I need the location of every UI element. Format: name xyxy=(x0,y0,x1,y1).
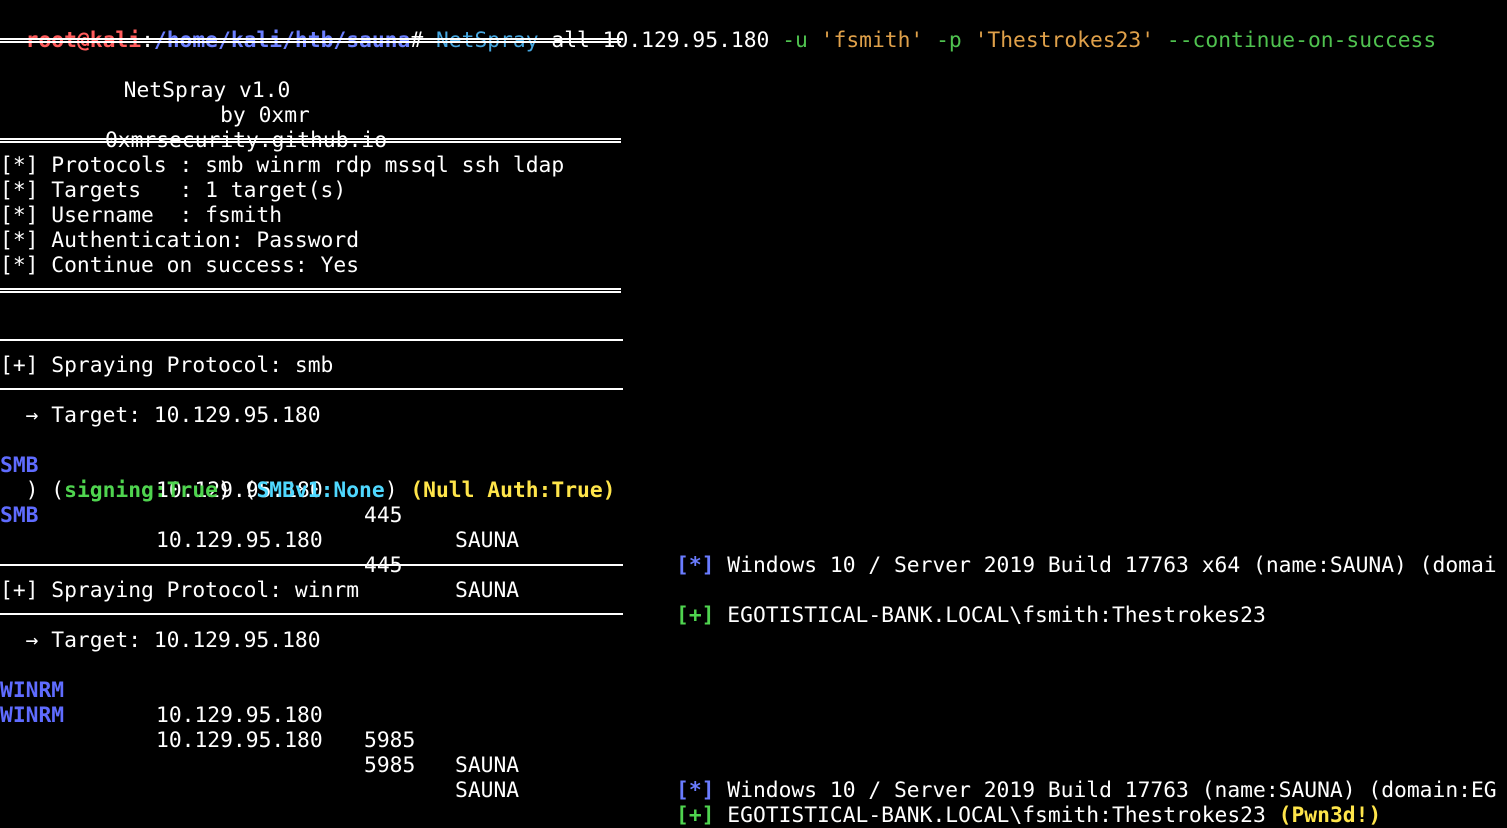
result-message: EGOTISTICAL-BANK.LOCAL\fsmith:Thestrokes… xyxy=(727,603,1266,628)
result-message: EGOTISTICAL-BANK.LOCAL\fsmith:Thestrokes… xyxy=(727,803,1266,828)
winrm-section-header: [+] Spraying Protocol: winrm xyxy=(0,578,360,603)
result-message: Windows 10 / Server 2019 Build 17763 x64… xyxy=(727,553,1497,578)
winrm-bottom-rule xyxy=(0,613,623,615)
winrm-top-rule xyxy=(0,564,623,566)
banner-author: by 0xmr xyxy=(220,103,310,128)
target-ip: 10.129.95.180 xyxy=(156,528,323,553)
command-option: --continue-on-success xyxy=(1166,28,1437,53)
target-port: 445 xyxy=(364,503,403,528)
command-user-flag: -u xyxy=(782,28,808,53)
summary-protocols: [*] Protocols : smb winrm rdp mssql ssh … xyxy=(0,153,565,178)
info-marker: [*] xyxy=(676,553,715,578)
target-port: 5985 xyxy=(364,728,416,753)
command-line[interactable]: root@kali:/home/kali/htb/sauna# NetSpray… xyxy=(0,3,1437,53)
banner-top-rule xyxy=(0,38,621,43)
banner-title: NetSpray v1.0 xyxy=(123,78,291,103)
target-host: SAUNA xyxy=(455,578,520,603)
command-user-value: 'fsmith' xyxy=(820,28,924,53)
target-ip: 10.129.95.180 xyxy=(156,703,323,728)
success-marker: [+] xyxy=(676,803,715,828)
smb-wrapped-details: ) (signing:True) (SMBv1:None) (Null Auth… xyxy=(0,453,616,503)
target-host: SAUNA xyxy=(455,753,520,778)
smb-result-row: SMB 10.129.95.180 445 SAUNA [*] Windows … xyxy=(0,428,1507,578)
winrm-result-row: WINRM 10.129.95.180 5985 SAUNA [+] EGOTI… xyxy=(0,678,1507,828)
smb-bottom-rule xyxy=(0,388,623,390)
target-ip: 10.129.95.180 xyxy=(156,728,323,753)
banner-author-line: by 0xmr xyxy=(0,78,310,128)
summary-targets: [*] Targets : 1 target(s) xyxy=(0,178,347,203)
smb-top-rule xyxy=(0,339,623,341)
summary-authentication: [*] Authentication: Password xyxy=(0,228,360,253)
winrm-result-row: WINRM 10.129.95.180 5985 SAUNA [*] Windo… xyxy=(0,653,1507,803)
result-message: Windows 10 / Server 2019 Build 17763 (na… xyxy=(727,778,1497,803)
protocol-label: WINRM xyxy=(0,703,65,728)
target-host: SAUNA xyxy=(455,528,520,553)
target-host: SAUNA xyxy=(455,778,520,803)
summary-bottom-rule xyxy=(0,288,621,293)
pwned-badge: (Pwn3d!) xyxy=(1278,803,1382,828)
banner-title-line: NetSpray v1.0 xyxy=(0,53,291,103)
summary-username: [*] Username : fsmith xyxy=(0,203,283,228)
command-pass-value: 'Thestrokes23' xyxy=(974,28,1155,53)
protocol-label: SMB xyxy=(0,503,39,528)
smb-section-header: [+] Spraying Protocol: smb xyxy=(0,353,334,378)
banner-bottom-rule xyxy=(0,138,621,143)
target-port: 5985 xyxy=(364,753,416,778)
smb-result-row: SMB 10.129.95.180 445 SAUNA [+] EGOTISTI… xyxy=(0,478,1507,628)
banner-site-line: 0xmrsecurity.github.io xyxy=(0,103,387,153)
summary-continue: [*] Continue on success: Yes xyxy=(0,253,360,278)
smb-target-line: → Target: 10.129.95.180 xyxy=(0,403,321,428)
winrm-target-line: → Target: 10.129.95.180 xyxy=(0,628,321,653)
command-pass-flag: -p xyxy=(936,28,962,53)
success-marker: [+] xyxy=(676,603,715,628)
info-marker: [*] xyxy=(676,778,715,803)
